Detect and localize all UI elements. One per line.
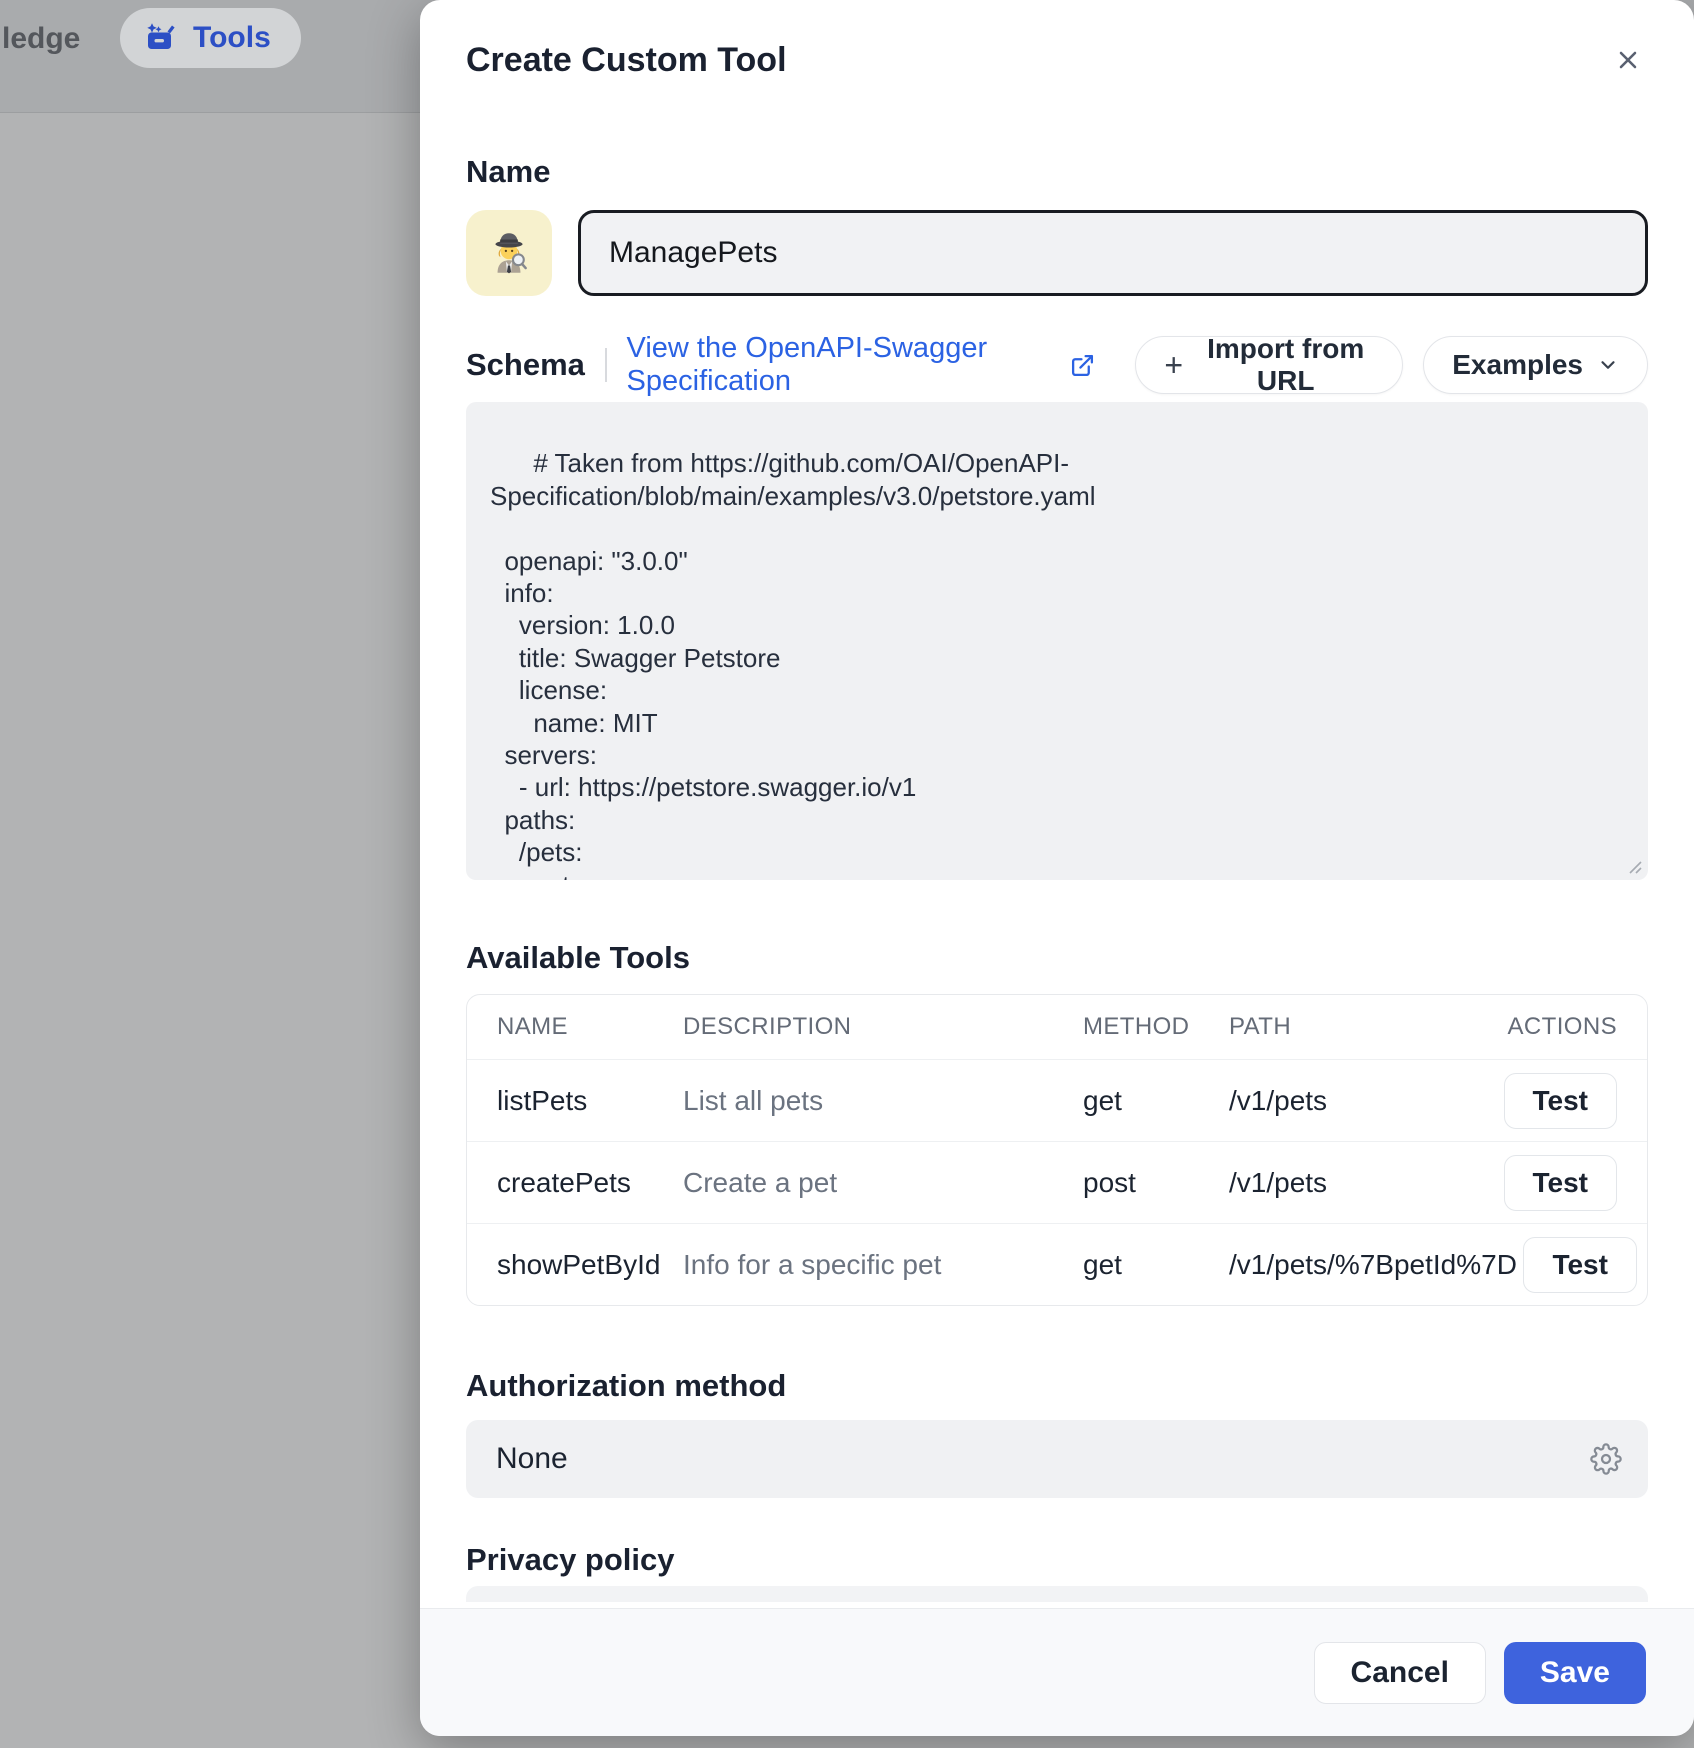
tab-tools[interactable]: Tools xyxy=(120,8,301,68)
tool-path: /v1/pets xyxy=(1229,1167,1497,1199)
spec-link-label: View the OpenAPI-Swagger Specification xyxy=(627,332,1059,398)
schema-label: Schema xyxy=(466,347,585,383)
chevron-down-icon xyxy=(1597,354,1619,376)
column-header-method: METHOD xyxy=(1083,1013,1229,1041)
table-row: listPets List all pets get /v1/pets Test xyxy=(467,1059,1647,1141)
examples-button-label: Examples xyxy=(1452,349,1583,381)
tool-description: Info for a specific pet xyxy=(683,1249,1083,1281)
tool-path: /v1/pets xyxy=(1229,1085,1497,1117)
close-icon xyxy=(1614,46,1642,74)
dialog-footer: Cancel Save xyxy=(420,1608,1694,1736)
cancel-button[interactable]: Cancel xyxy=(1314,1642,1486,1704)
tool-name: listPets xyxy=(497,1085,683,1117)
column-header-path: PATH xyxy=(1229,1013,1497,1041)
available-tools-table: NAME DESCRIPTION METHOD PATH ACTIONS lis… xyxy=(466,994,1648,1306)
dialog-body: Name xyxy=(420,154,1694,1602)
schema-textarea[interactable]: # Taken from https://github.com/OAI/Open… xyxy=(466,402,1648,880)
tools-magic-box-icon xyxy=(142,20,178,56)
tool-method: post xyxy=(1083,1167,1229,1199)
examples-dropdown-button[interactable]: Examples xyxy=(1423,336,1648,394)
authorization-method-field[interactable]: None xyxy=(466,1420,1648,1498)
tool-method: get xyxy=(1083,1249,1229,1281)
tool-name: showPetById xyxy=(497,1249,683,1281)
tool-path: /v1/pets/%7BpetId%7D xyxy=(1229,1249,1517,1281)
table-header-row: NAME DESCRIPTION METHOD PATH ACTIONS xyxy=(467,995,1647,1059)
authorization-method-value: None xyxy=(496,1442,1590,1476)
table-row: createPets Create a pet post /v1/pets Te… xyxy=(467,1141,1647,1223)
name-label: Name xyxy=(466,154,1648,190)
privacy-policy-input-partial[interactable] xyxy=(466,1586,1648,1602)
external-link-icon xyxy=(1070,353,1095,378)
close-button[interactable] xyxy=(1606,38,1650,82)
schema-toolbar: Schema View the OpenAPI-Swagger Specific… xyxy=(466,336,1648,394)
save-button[interactable]: Save xyxy=(1504,1642,1646,1704)
tool-name: createPets xyxy=(497,1167,683,1199)
tool-name-input[interactable] xyxy=(578,210,1648,296)
name-row xyxy=(466,210,1648,296)
available-tools-heading: Available Tools xyxy=(466,940,1648,976)
detective-emoji-icon xyxy=(484,228,534,278)
authorization-method-heading: Authorization method xyxy=(466,1368,1648,1404)
plus-icon: + xyxy=(1164,349,1183,381)
table-row: showPetById Info for a specific pet get … xyxy=(467,1223,1647,1305)
nav-item-knowledge-partial[interactable]: ledge xyxy=(2,22,80,56)
import-button-label: Import from URL xyxy=(1197,333,1374,397)
test-button[interactable]: Test xyxy=(1504,1073,1618,1129)
tool-description: List all pets xyxy=(683,1085,1083,1117)
dialog-title: Create Custom Tool xyxy=(466,41,787,80)
tool-description: Create a pet xyxy=(683,1167,1083,1199)
tools-tab-label: Tools xyxy=(193,21,271,55)
resize-handle-icon[interactable] xyxy=(1625,857,1643,875)
test-button[interactable]: Test xyxy=(1504,1155,1618,1211)
create-custom-tool-dialog: Create Custom Tool Name xyxy=(420,0,1694,1736)
privacy-policy-heading: Privacy policy xyxy=(466,1542,1648,1578)
tool-avatar[interactable] xyxy=(466,210,552,296)
openapi-spec-link[interactable]: View the OpenAPI-Swagger Specification xyxy=(627,332,1096,398)
vertical-divider xyxy=(605,348,607,382)
schema-text: # Taken from https://github.com/OAI/Open… xyxy=(490,448,1096,880)
column-header-name: NAME xyxy=(497,1013,683,1041)
column-header-description: DESCRIPTION xyxy=(683,1013,1083,1041)
column-header-actions: ACTIONS xyxy=(1508,1013,1617,1041)
import-from-url-button[interactable]: + Import from URL xyxy=(1135,336,1403,394)
test-button[interactable]: Test xyxy=(1523,1237,1637,1293)
gear-icon[interactable] xyxy=(1590,1443,1622,1475)
tool-method: get xyxy=(1083,1085,1229,1117)
dialog-header: Create Custom Tool xyxy=(420,0,1694,82)
